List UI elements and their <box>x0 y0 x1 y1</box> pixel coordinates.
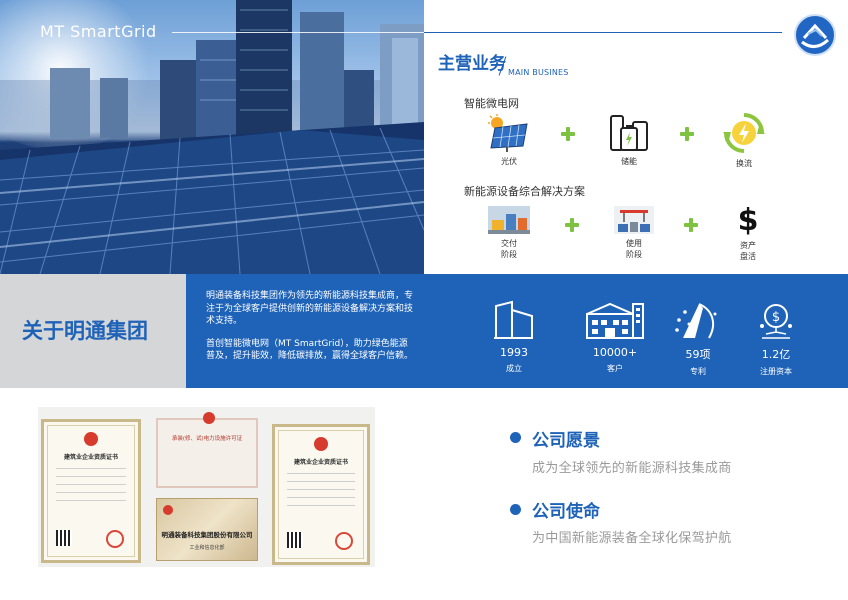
national-emblem-icon <box>84 432 98 446</box>
business-item-storage: 储能 <box>589 114 669 167</box>
official-seal-icon <box>106 530 124 548</box>
stat-value: 1993 <box>500 346 528 359</box>
plus-icon <box>565 218 579 232</box>
bullet-dot-icon <box>510 504 521 515</box>
company-logo-icon <box>794 14 836 56</box>
capital-icon: $ <box>760 304 792 339</box>
hero-title: MT SmartGrid <box>40 22 157 41</box>
stat-value: 10000+ <box>592 346 638 359</box>
stat-customers: 10000+ 客户 <box>575 300 655 374</box>
certificate-title: 建筑业企业资质证书 <box>63 454 118 461</box>
stat-label: 客户 <box>607 364 623 373</box>
business-item-solar: 光伏 <box>469 114 549 167</box>
business-item-exchange: 换流 <box>704 112 784 169</box>
plaque-company-name: 明通装备科技集团股份有限公司 <box>161 531 253 539</box>
mission-text: 为中国新能源装备全球化保驾护航 <box>532 531 732 546</box>
building-icon <box>494 300 533 339</box>
plus-icon <box>680 127 694 141</box>
national-emblem-icon <box>314 437 328 451</box>
battery-storage-icon <box>610 115 648 151</box>
qr-code-icon <box>56 530 72 546</box>
delivery-stage-icon <box>488 206 530 234</box>
header-divider <box>424 32 782 33</box>
official-seal-icon <box>335 532 353 550</box>
city-solar-illustration <box>0 0 424 274</box>
business-item-label: 使用 阶段 <box>626 239 642 259</box>
certificate-title: 建筑业企业资质证书 <box>293 459 348 466</box>
vision-text: 成为全球领先的新能源科技集成商 <box>532 461 732 476</box>
about-paragraph: 明通装备科技集团作为领先的新能源科技集成商，专注于为全球客户提供创新的新能源设备… <box>206 291 414 326</box>
plus-icon <box>561 127 575 141</box>
about-title: 关于明通集团 <box>22 319 148 343</box>
brochure-page: MT SmartGrid 主营业务 MAIN BUSINES 智能微电网 光伏 <box>0 0 848 600</box>
business-item-delivery: 交付 阶段 <box>469 206 549 260</box>
hero-divider <box>172 32 424 33</box>
solutions-section-title: 新能源设备综合解决方案 <box>464 185 585 198</box>
stat-label: 专利 <box>690 367 706 376</box>
hero-photo: MT SmartGrid <box>0 0 424 274</box>
about-description: 明通装备科技集团作为领先的新能源科技集成商，专注于为全球客户提供创新的新能源设备… <box>206 290 416 363</box>
award-plaque-image: 明通装备科技集团股份有限公司 工业和信息化部 <box>156 498 258 561</box>
about-paragraph: 首创智能微电网（MT SmartGrid），助力绿色能源普及，提升能效，降低碳排… <box>206 338 414 362</box>
power-license-image: 承装(修、试)电力设施许可证 <box>156 412 258 488</box>
svg-text:$: $ <box>772 310 780 325</box>
bullet-dot-icon <box>510 432 521 443</box>
main-business-title: 主营业务 <box>438 54 506 74</box>
plaque-logo-icon <box>163 505 173 515</box>
business-item-usage: 使用 阶段 <box>594 206 674 260</box>
patent-icon <box>675 303 717 339</box>
stat-label: 成立 <box>506 364 522 373</box>
plaque-issuer: 工业和信息化部 <box>189 545 225 551</box>
mission-title: 公司使命 <box>532 502 600 522</box>
license-title: 承装(修、试)电力设施许可证 <box>171 436 243 442</box>
business-item-asset: $ 资产 盘活 <box>708 202 788 262</box>
solar-panel-icon <box>488 114 528 152</box>
business-item-label: 光伏 <box>501 157 517 166</box>
svg-text:$: $ <box>738 203 759 236</box>
stat-patents: 59项 专利 <box>658 300 738 377</box>
power-exchange-icon <box>723 113 765 153</box>
qualification-certificate-image: 建筑业企业资质证书 <box>41 419 141 563</box>
business-item-label: 储能 <box>621 157 637 166</box>
customers-icon <box>586 302 644 339</box>
vision-title: 公司愿景 <box>532 431 600 451</box>
national-emblem-icon <box>203 412 215 424</box>
microgrid-section-title: 智能微电网 <box>464 97 519 110</box>
business-item-label: 换流 <box>736 159 752 168</box>
stat-value: 1.2亿 <box>761 348 791 361</box>
dollar-icon: $ <box>738 203 759 236</box>
business-item-label: 资产 盘活 <box>740 241 756 261</box>
stat-capital: $ 1.2亿 注册资本 <box>736 300 816 377</box>
plus-icon <box>684 218 698 232</box>
qr-code-icon <box>287 532 303 548</box>
usage-stage-icon <box>614 206 654 234</box>
main-business-subtitle: MAIN BUSINES <box>508 68 569 77</box>
stat-founded: 1993 成立 <box>474 300 554 374</box>
business-item-label: 交付 阶段 <box>501 239 517 259</box>
stat-label: 注册资本 <box>760 367 792 376</box>
stat-value: 59项 <box>685 348 711 361</box>
qualification-certificate-image: 建筑业企业资质证书 <box>272 424 370 565</box>
